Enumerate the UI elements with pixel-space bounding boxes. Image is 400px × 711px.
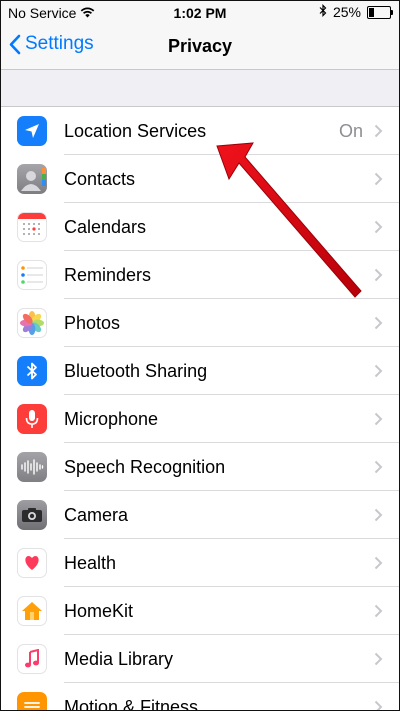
row-reminders[interactable]: Reminders	[1, 251, 399, 299]
row-label: Location Services	[64, 121, 207, 141]
battery-icon	[367, 5, 393, 19]
status-bar: No Service 1:02 PM 25%	[1, 1, 399, 25]
bluetooth-status-icon	[319, 4, 327, 20]
row-photos[interactable]: Photos	[1, 299, 399, 347]
row-camera[interactable]: Camera	[1, 491, 399, 539]
row-label: Reminders	[64, 265, 152, 285]
status-right: 25%	[319, 4, 393, 20]
row-calendars[interactable]: Calendars	[1, 203, 399, 251]
chevron-right-icon	[374, 220, 383, 234]
row-bluetooth-sharing[interactable]: Bluetooth Sharing	[1, 347, 399, 395]
camera-icon	[17, 500, 47, 530]
phone-screen: No Service 1:02 PM 25% Settings Privacy …	[0, 0, 400, 711]
row-label: Photos	[64, 313, 121, 333]
location-arrow-icon	[17, 116, 47, 146]
battery-percent: 25%	[332, 4, 361, 20]
row-label: Contacts	[64, 169, 136, 189]
chevron-right-icon	[374, 412, 383, 426]
row-label: Speech Recognition	[64, 457, 226, 477]
row-detail-value: On	[338, 121, 363, 141]
row-label: Health	[64, 553, 117, 573]
chevron-right-icon	[374, 700, 383, 710]
row-speech-recognition[interactable]: Speech Recognition	[1, 443, 399, 491]
row-label: Bluetooth Sharing	[64, 361, 208, 381]
chevron-right-icon	[374, 268, 383, 282]
row-motion-fitness[interactable]: Motion & Fitness	[1, 683, 399, 711]
chevron-right-icon	[374, 556, 383, 570]
navigation-bar: Settings Privacy	[1, 25, 399, 70]
battery-level-fill	[369, 7, 374, 17]
chevron-right-icon	[374, 652, 383, 666]
reminders-icon	[17, 260, 47, 290]
chevron-right-icon	[374, 172, 383, 186]
calendar-icon	[17, 212, 47, 242]
row-label: Motion & Fitness	[64, 697, 199, 711]
chevron-right-icon	[374, 460, 383, 474]
chevron-right-icon	[374, 364, 383, 378]
row-microphone[interactable]: Microphone	[1, 395, 399, 443]
microphone-icon	[17, 404, 47, 434]
chevron-right-icon	[374, 316, 383, 330]
row-health[interactable]: Health	[1, 539, 399, 587]
waveform-icon	[17, 452, 47, 482]
row-label: Media Library	[64, 649, 174, 669]
page-title: Privacy	[167, 36, 233, 56]
contacts-icon	[17, 164, 47, 194]
row-contacts[interactable]: Contacts	[1, 155, 399, 203]
row-label: Calendars	[64, 217, 147, 237]
chevron-right-icon	[374, 124, 383, 138]
row-label: Camera	[64, 505, 129, 525]
row-location-services[interactable]: Location Services On	[1, 107, 399, 155]
motion-icon	[17, 692, 47, 710]
heart-icon	[17, 548, 47, 578]
music-note-icon	[17, 644, 47, 674]
privacy-settings-list: Location Services On Contacts Calendars …	[1, 106, 399, 711]
row-label: HomeKit	[64, 601, 134, 621]
home-icon	[17, 596, 47, 626]
photos-icon	[17, 308, 47, 338]
row-media-library[interactable]: Media Library	[1, 635, 399, 683]
row-homekit[interactable]: HomeKit	[1, 587, 399, 635]
chevron-right-icon	[374, 604, 383, 618]
row-label: Microphone	[64, 409, 159, 429]
bluetooth-icon	[17, 356, 47, 386]
chevron-right-icon	[374, 508, 383, 522]
